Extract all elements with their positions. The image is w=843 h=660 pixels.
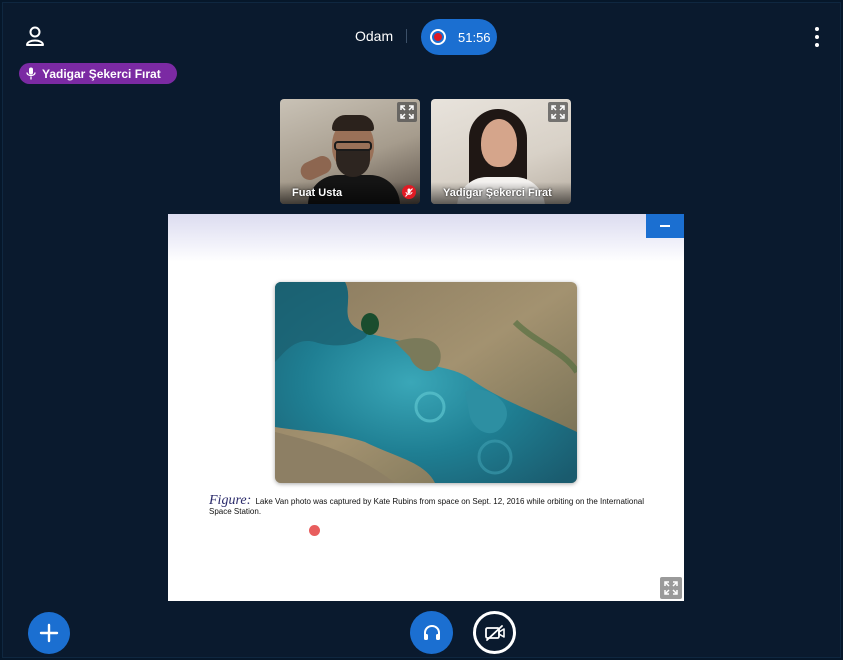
audio-button[interactable] xyxy=(410,611,453,654)
slide-header xyxy=(168,214,684,262)
plus-icon xyxy=(39,623,59,643)
user-icon[interactable] xyxy=(25,25,45,47)
presentation-slide[interactable]: Figure: Lake Van photo was captured by K… xyxy=(168,214,684,601)
record-icon xyxy=(430,29,446,45)
minimize-icon xyxy=(660,225,670,227)
microphone-muted-icon xyxy=(402,185,416,199)
header-divider xyxy=(406,29,407,43)
microphone-icon xyxy=(26,67,36,80)
recording-button[interactable]: 51:56 xyxy=(421,19,497,55)
expand-icon[interactable] xyxy=(397,102,417,122)
slide-caption: Figure: Lake Van photo was captured by K… xyxy=(209,493,649,517)
lake-van-photo xyxy=(275,282,577,483)
participant-name: Yadigar Şekerci Fırat xyxy=(431,182,571,204)
talker-name: Yadigar Şekerci Fırat xyxy=(42,66,161,81)
presenter-pointer xyxy=(309,525,320,536)
caption-text: Lake Van photo was captured by Kate Rubi… xyxy=(209,497,645,516)
headphones-icon xyxy=(423,624,440,640)
video-button[interactable] xyxy=(473,611,516,654)
fullscreen-icon[interactable] xyxy=(660,577,682,599)
more-vertical-icon[interactable] xyxy=(809,27,825,47)
caption-label: Figure: xyxy=(209,493,252,508)
talking-indicator[interactable]: Yadigar Şekerci Fırat xyxy=(19,63,177,84)
minimize-presentation-button[interactable] xyxy=(646,214,684,238)
video-tile-yadigar[interactable]: Yadigar Şekerci Fırat xyxy=(431,99,571,204)
video-tile-fuat[interactable]: Fuat Usta xyxy=(280,99,420,204)
recording-time: 51:56 xyxy=(458,29,491,45)
app-frame: Odam 51:56 Yadigar Şekerci Fırat Fuat Us… xyxy=(2,2,841,658)
expand-icon[interactable] xyxy=(548,102,568,122)
video-off-icon xyxy=(484,624,505,641)
actions-button[interactable] xyxy=(28,612,70,654)
participant-name: Fuat Usta xyxy=(280,182,420,204)
room-title: Odam xyxy=(355,28,394,44)
